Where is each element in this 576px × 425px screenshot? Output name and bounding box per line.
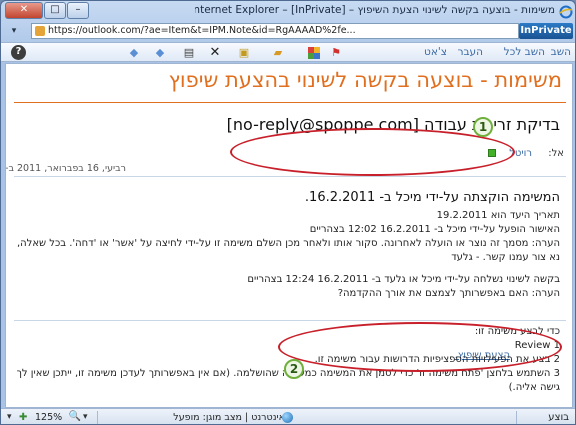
reply-all-button[interactable]: השב לכל bbox=[504, 46, 545, 58]
previous-item-icon[interactable]: ◆ bbox=[153, 46, 167, 60]
page-icon bbox=[35, 26, 45, 36]
address-bar: ▾ https://outlook.com/?ae=Item&t=IPM.Not… bbox=[1, 21, 575, 41]
title-bar[interactable]: משימות - בוצעה בקשה לשינוי הצעת השיפוץ –… bbox=[1, 1, 575, 21]
delete-icon[interactable]: ✕ bbox=[208, 46, 222, 60]
favorites-icon[interactable]: ✚ bbox=[19, 412, 27, 423]
move-to-folder-icon[interactable]: ▰ bbox=[271, 46, 285, 60]
zoom-dropdown-icon[interactable]: ▾ bbox=[83, 412, 88, 422]
task-heading: המשימה הוקצתה על-ידי מיכל ב- 16.2.2011. bbox=[304, 190, 560, 205]
body-divider bbox=[14, 320, 566, 321]
due-date-line: תאריך היעד הוא 19.2.2011 bbox=[436, 210, 560, 221]
change-request-line: בקשה לשינוי נשלחה על-ידי מיכל או גלעד ב-… bbox=[247, 274, 560, 285]
flag-icon[interactable]: ⚑ bbox=[329, 46, 343, 60]
close-button[interactable]: ✕ bbox=[5, 2, 43, 19]
zoom-icon[interactable]: 🔍 bbox=[69, 411, 81, 423]
favorites-dropdown-icon[interactable]: ▾ bbox=[7, 412, 12, 422]
next-item-icon[interactable]: ◆ bbox=[127, 46, 141, 60]
status-separator bbox=[97, 411, 98, 424]
security-zone[interactable]: אינטרנט | מצב מוגן: מופעל bbox=[173, 412, 285, 423]
step-3-continued: גישה אליה.) bbox=[508, 382, 560, 393]
message-pane: משימות - בוצעה בקשה לשינוי בהצעת שיפוץ [… bbox=[5, 63, 573, 408]
address-url: https://outlook.com/?ae=Item&t=IPM.Note&… bbox=[48, 25, 356, 36]
message-subject: משימות - בוצעה בקשה לשינוי בהצעת שיפוץ bbox=[168, 68, 562, 92]
change-request-note: הערה: האם באפשרותך לצמצם את אורך ההקדמה? bbox=[337, 288, 560, 299]
chat-button[interactable]: צ'אט bbox=[424, 46, 447, 58]
callout-oval-change-request bbox=[278, 322, 562, 372]
subject-divider bbox=[14, 102, 566, 103]
print-icon[interactable]: ▤ bbox=[182, 46, 196, 60]
callout-oval-subject bbox=[230, 128, 515, 176]
ie-logo-icon bbox=[559, 4, 573, 19]
help-icon[interactable]: ? bbox=[11, 45, 26, 60]
inprivate-badge: InPrivate bbox=[519, 23, 573, 39]
maximize-button[interactable]: □ bbox=[44, 2, 66, 19]
note-line-continued: נא צור עמנו קשר. - גלעד bbox=[451, 252, 560, 263]
back-dropdown-icon[interactable]: ▾ bbox=[7, 24, 21, 38]
callout-number-1: 1 bbox=[473, 117, 493, 137]
to-label: אל: bbox=[548, 148, 564, 159]
zoom-level[interactable]: 125% bbox=[35, 412, 62, 423]
callout-number-2: 2 bbox=[284, 359, 304, 379]
status-text: בוצע bbox=[548, 412, 569, 423]
minimize-button[interactable]: – bbox=[67, 2, 89, 19]
status-separator bbox=[516, 411, 517, 424]
forward-button[interactable]: העבר bbox=[458, 46, 483, 58]
lock-icon[interactable]: ▣ bbox=[237, 46, 251, 60]
approval-line: האישור הופעל על-ידי מיכל ב- 16.2.2011 12… bbox=[309, 224, 560, 235]
window-title: משימות - בוצעה בקשה לשינוי הצעת השיפוץ –… bbox=[195, 4, 555, 16]
globe-icon bbox=[282, 412, 293, 423]
status-bar: בוצע אינטרנט | מצב מוגן: מופעל ▾ 🔍 125% … bbox=[1, 408, 575, 424]
address-field[interactable]: https://outlook.com/?ae=Item&t=IPM.Note&… bbox=[31, 23, 519, 39]
header-divider bbox=[14, 176, 566, 177]
browser-window: משימות - בוצעה בקשה לשינוי הצעת השיפוץ –… bbox=[0, 0, 576, 425]
reply-button[interactable]: השב bbox=[551, 46, 571, 58]
note-line: הערה: מסמך זה נוצר או הועלה לאחרונה. סקו… bbox=[16, 238, 560, 249]
message-toolbar: השב השב לכל העבר צ'אט ⚑ ▰ ▣ ✕ ▤ ◆ ◆ ? bbox=[1, 42, 575, 62]
category-icon[interactable] bbox=[307, 46, 321, 60]
message-date: רביעי, 16 בפברואר, 2011 ב-24:24 bbox=[5, 163, 126, 174]
